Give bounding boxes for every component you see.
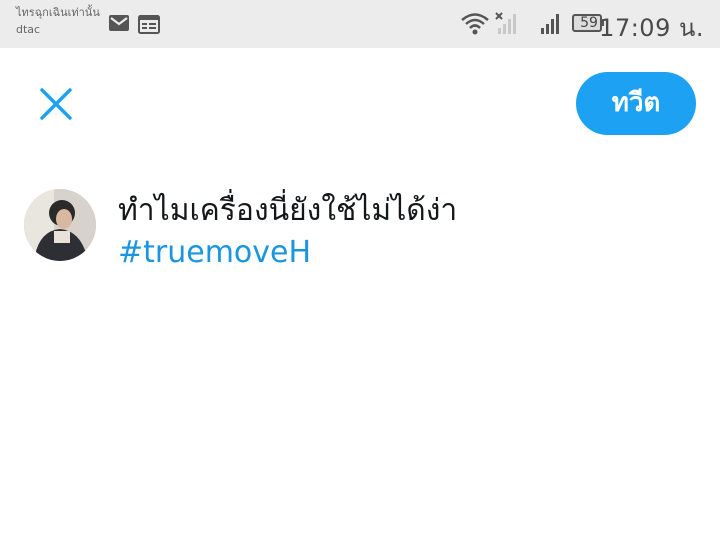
close-button[interactable] xyxy=(30,78,82,130)
no-signal-icon xyxy=(495,12,516,34)
status-bar: ไทรฉุกเฉินเท่านั้น dtac 59 17:09 น. xyxy=(0,0,720,48)
emergency-notice: ไทรฉุกเฉินเท่านั้น xyxy=(16,6,100,19)
hashtag-link[interactable]: #truemoveH xyxy=(118,232,678,274)
carrier-info: ไทรฉุกเฉินเท่านั้น dtac xyxy=(16,4,100,38)
wifi-icon xyxy=(461,13,489,35)
gmail-icon xyxy=(109,15,129,31)
tweet-text: ทำไมเครื่องนี่ยังใช้ไม่ได้ง่า xyxy=(118,193,458,228)
tweet-button[interactable]: ทวีต xyxy=(576,72,696,135)
close-icon xyxy=(40,88,72,120)
signal-icon xyxy=(541,14,559,34)
avatar[interactable] xyxy=(24,189,96,261)
compose-text-area[interactable]: ทำไมเครื่องนี่ยังใช้ไม่ได้ง่า #truemoveH xyxy=(118,190,678,274)
carrier-name: dtac xyxy=(16,23,41,36)
calendar-icon xyxy=(138,15,160,34)
clock: 17:09 น. xyxy=(599,14,704,42)
